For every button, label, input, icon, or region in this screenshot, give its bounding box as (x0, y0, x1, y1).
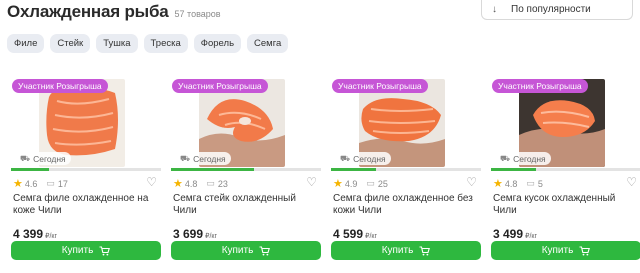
favorite-heart-icon[interactable]: ♡ (306, 175, 317, 189)
product-card[interactable]: Участник Розыгрыша ⛟ Сегодня ★ 4.6 ▭ 17 ♡… (11, 75, 161, 265)
product-name[interactable]: Семга филе охлажденное без кожи Чили (333, 193, 478, 217)
buy-button[interactable]: Купить (331, 241, 481, 260)
page-header: Охлажденная рыба 57 товаров (7, 2, 221, 22)
product-name[interactable]: Семга кусок охлажденный Чили (493, 193, 638, 217)
comment-icon: ▭ (526, 178, 535, 188)
stock-bar-fill (331, 168, 376, 171)
stock-bar-fill (11, 168, 49, 171)
stock-bar (11, 168, 161, 171)
comment-icon: ▭ (206, 178, 215, 188)
product-price: 3 499 ₽/кг (493, 227, 538, 241)
product-card[interactable]: Участник Розыгрыша ⛟ Сегодня ★ 4.9 ▭ 25 ♡… (331, 75, 481, 265)
chip-salmon[interactable]: Семга (247, 34, 289, 53)
review-count: 25 (377, 178, 388, 189)
product-image-area[interactable]: Участник Розыгрыша ⛟ Сегодня (171, 75, 321, 167)
buy-button[interactable]: Купить (11, 241, 161, 260)
rating-row: ★ 4.6 ▭ 17 (13, 177, 68, 190)
comment-icon: ▭ (46, 178, 55, 188)
chip-carcass[interactable]: Тушка (96, 34, 138, 53)
product-card[interactable]: Участник Розыгрыша ⛟ Сегодня ★ 4.8 ▭ 23 ♡… (171, 75, 321, 265)
delivery-today: ⛟ Сегодня (15, 152, 71, 165)
chip-steak[interactable]: Стейк (50, 34, 91, 53)
review-count: 23 (217, 178, 228, 189)
stock-bar (171, 168, 321, 171)
product-price: 3 699 ₽/кг (173, 227, 218, 241)
page-title: Охлажденная рыба (7, 2, 169, 21)
product-image-area[interactable]: Участник Розыгрыша ⛟ Сегодня (11, 75, 161, 167)
delivery-today: ⛟ Сегодня (335, 152, 391, 165)
buy-button[interactable]: Купить (491, 241, 640, 260)
promo-badge: Участник Розыгрыша (332, 79, 428, 93)
sort-dropdown[interactable]: ↓ По популярности (481, 0, 633, 20)
cart-icon (99, 245, 111, 255)
rating-row: ★ 4.8 ▭ 5 (493, 177, 543, 190)
sort-arrow-icon: ↓ (492, 4, 497, 15)
cart-icon (579, 245, 591, 255)
product-image-area[interactable]: Участник Розыгрыша ⛟ Сегодня (331, 75, 481, 167)
truck-icon: ⛟ (340, 153, 351, 163)
product-image-area[interactable]: Участник Розыгрыша ⛟ Сегодня (491, 75, 640, 167)
cart-icon (419, 245, 431, 255)
review-count: 5 (537, 178, 543, 189)
star-icon: ★ (13, 178, 23, 190)
product-name[interactable]: Семга стейк охлажденный Чили (173, 193, 318, 217)
chip-trout[interactable]: Форель (193, 34, 242, 53)
chip-file[interactable]: Филе (7, 34, 45, 53)
delivery-today: ⛟ Сегодня (495, 152, 551, 165)
stock-bar (491, 168, 640, 171)
star-icon: ★ (493, 178, 503, 190)
product-price: 4 399 ₽/кг (13, 227, 58, 241)
product-price: 4 599 ₽/кг (333, 227, 378, 241)
rating-row: ★ 4.8 ▭ 23 (173, 177, 228, 190)
truck-icon: ⛟ (20, 153, 31, 163)
product-card[interactable]: Участник Розыгрыша ⛟ Сегодня ★ 4.8 ▭ 5 ♡ … (491, 75, 640, 265)
rating-value: 4.9 (344, 178, 358, 189)
favorite-heart-icon[interactable]: ♡ (466, 175, 477, 189)
rating-value: 4.8 (504, 178, 518, 189)
truck-icon: ⛟ (500, 153, 511, 163)
buy-button[interactable]: Купить (171, 241, 321, 260)
product-name[interactable]: Семга филе охлажденное на коже Чили (13, 193, 158, 217)
truck-icon: ⛟ (180, 153, 191, 163)
rating-value: 4.8 (184, 178, 198, 189)
product-count: 57 товаров (174, 9, 221, 19)
cart-icon (259, 245, 271, 255)
star-icon: ★ (173, 178, 183, 190)
comment-icon: ▭ (366, 178, 375, 188)
sort-label: По популярности (511, 4, 591, 15)
stock-bar-fill (171, 168, 254, 171)
stock-bar-fill (491, 168, 536, 171)
promo-badge: Участник Розыгрыша (12, 79, 108, 93)
rating-value: 4.6 (24, 178, 38, 189)
promo-badge: Участник Розыгрыша (172, 79, 268, 93)
star-icon: ★ (333, 178, 343, 190)
promo-badge: Участник Розыгрыша (492, 79, 588, 93)
rating-row: ★ 4.9 ▭ 25 (333, 177, 388, 190)
stock-bar (331, 168, 481, 171)
favorite-heart-icon[interactable]: ♡ (146, 175, 157, 189)
delivery-today: ⛟ Сегодня (175, 152, 231, 165)
filter-chips: Филе Стейк Тушка Треска Форель Семга (7, 34, 289, 53)
favorite-heart-icon[interactable]: ♡ (626, 175, 637, 189)
review-count: 17 (57, 178, 68, 189)
chip-cod[interactable]: Треска (143, 34, 188, 53)
